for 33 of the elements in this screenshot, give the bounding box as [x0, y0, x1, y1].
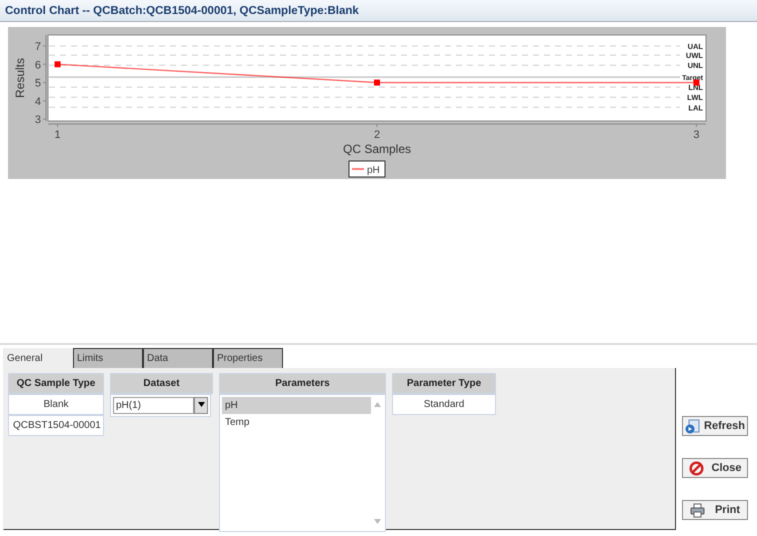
column-header: Parameters [219, 373, 386, 394]
column-header: Dataset [110, 373, 213, 394]
list-item[interactable]: Temp [222, 414, 371, 431]
caret-icon[interactable] [194, 397, 208, 414]
dataset-dropdown[interactable]: pH(1) [113, 397, 194, 414]
window-title: Control Chart -- QCBatch:QCB1504-00001, QCSampleType:Blank [0, 0, 757, 22]
column-header: QC Sample Type [8, 373, 104, 394]
table-cell: QCBST1504-00001 [8, 415, 104, 436]
tab[interactable]: Properties [213, 348, 283, 368]
tick-label: 2 [374, 129, 380, 141]
tick-label: 7 [34, 40, 41, 53]
action-button[interactable]: Print [682, 500, 748, 520]
tab[interactable]: Limits [73, 348, 143, 368]
tab[interactable]: General [3, 348, 73, 368]
data-point [374, 80, 380, 86]
tick-label: 3 [34, 114, 41, 126]
legend: pH [348, 160, 386, 178]
column-header: Parameter Type [392, 373, 496, 394]
tick-label: 5 [34, 78, 41, 90]
tick-label: 6 [34, 59, 41, 72]
action-button[interactable]: Close [682, 458, 748, 478]
axis-title: Results [13, 58, 27, 98]
table-cell: Blank [8, 394, 104, 415]
legend-label: pH [367, 165, 380, 176]
table-cell: Standard [392, 394, 496, 415]
tick-label: 1 [54, 129, 61, 141]
refresh-icon [685, 418, 700, 434]
tab[interactable]: Data [143, 348, 213, 368]
tick-label: 4 [34, 96, 41, 108]
axis-title: QC Samples [342, 142, 412, 156]
tick-label: 3 [693, 129, 700, 141]
action-button[interactable]: Refresh [682, 416, 748, 436]
list-item[interactable]: pH [222, 397, 371, 414]
